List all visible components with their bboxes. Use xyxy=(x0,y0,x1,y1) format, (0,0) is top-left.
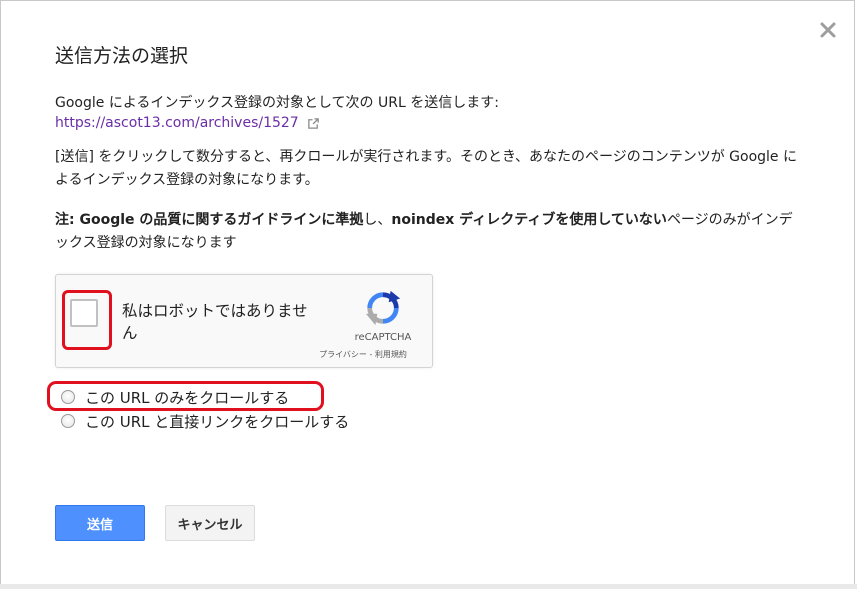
note-guideline: Google の品質に関するガイドラインに準拠 xyxy=(79,212,364,228)
terms-separator: - xyxy=(366,350,375,359)
note-label: 注: xyxy=(55,212,80,228)
option-label: この URL と直接リンクをクロールする xyxy=(85,412,350,431)
submitted-url-link[interactable]: https://ascot13.com/archives/1527 xyxy=(55,115,320,131)
recaptcha-brand: reCAPTCHA xyxy=(354,332,412,343)
note-mid: し、 xyxy=(363,212,392,228)
background-page-strip xyxy=(0,584,857,589)
intro-text: Google によるインデックス登録の対象として次の URL を送信します: xyxy=(55,95,499,111)
radio-crawl-url-and-links[interactable] xyxy=(61,414,75,428)
submit-button[interactable]: 送信 xyxy=(55,505,145,541)
cancel-button[interactable]: キャンセル xyxy=(165,505,255,541)
recaptcha-logo-icon xyxy=(365,290,401,326)
recaptcha-widget: 私はロボットではありません reCAPTCHA プライバシー - 利用規約 xyxy=(55,274,433,368)
option-crawl-url-and-links[interactable]: この URL と直接リンクをクロールする xyxy=(61,411,349,431)
recaptcha-terms: プライバシー - 利用規約 xyxy=(296,349,430,360)
note-noindex: noindex ディレクティブを使用していない xyxy=(391,212,667,228)
option-crawl-url-only[interactable]: この URL のみをクロールする xyxy=(61,387,289,407)
url-text: https://ascot13.com/archives/1527 xyxy=(55,115,299,131)
close-icon[interactable] xyxy=(818,20,838,40)
privacy-link[interactable]: プライバシー xyxy=(319,350,367,359)
submit-method-dialog: 送信方法の選択 Google によるインデックス登録の対象として次の URL を… xyxy=(0,0,855,587)
recaptcha-checkbox[interactable] xyxy=(70,299,98,327)
option-label: この URL のみをクロールする xyxy=(85,388,290,407)
description-text: [送信] をクリックして数分すると、再クロールが実行されます。そのとき、あなたの… xyxy=(55,149,798,188)
note-text: 注: Google の品質に関するガイドラインに準拠し、noindex ディレク… xyxy=(55,209,805,255)
recaptcha-label: 私はロボットではありません xyxy=(122,302,308,342)
terms-link[interactable]: 利用規約 xyxy=(375,350,407,359)
dialog-title: 送信方法の選択 xyxy=(55,45,189,67)
radio-crawl-url-only[interactable] xyxy=(61,390,75,404)
external-link-icon xyxy=(307,117,319,129)
